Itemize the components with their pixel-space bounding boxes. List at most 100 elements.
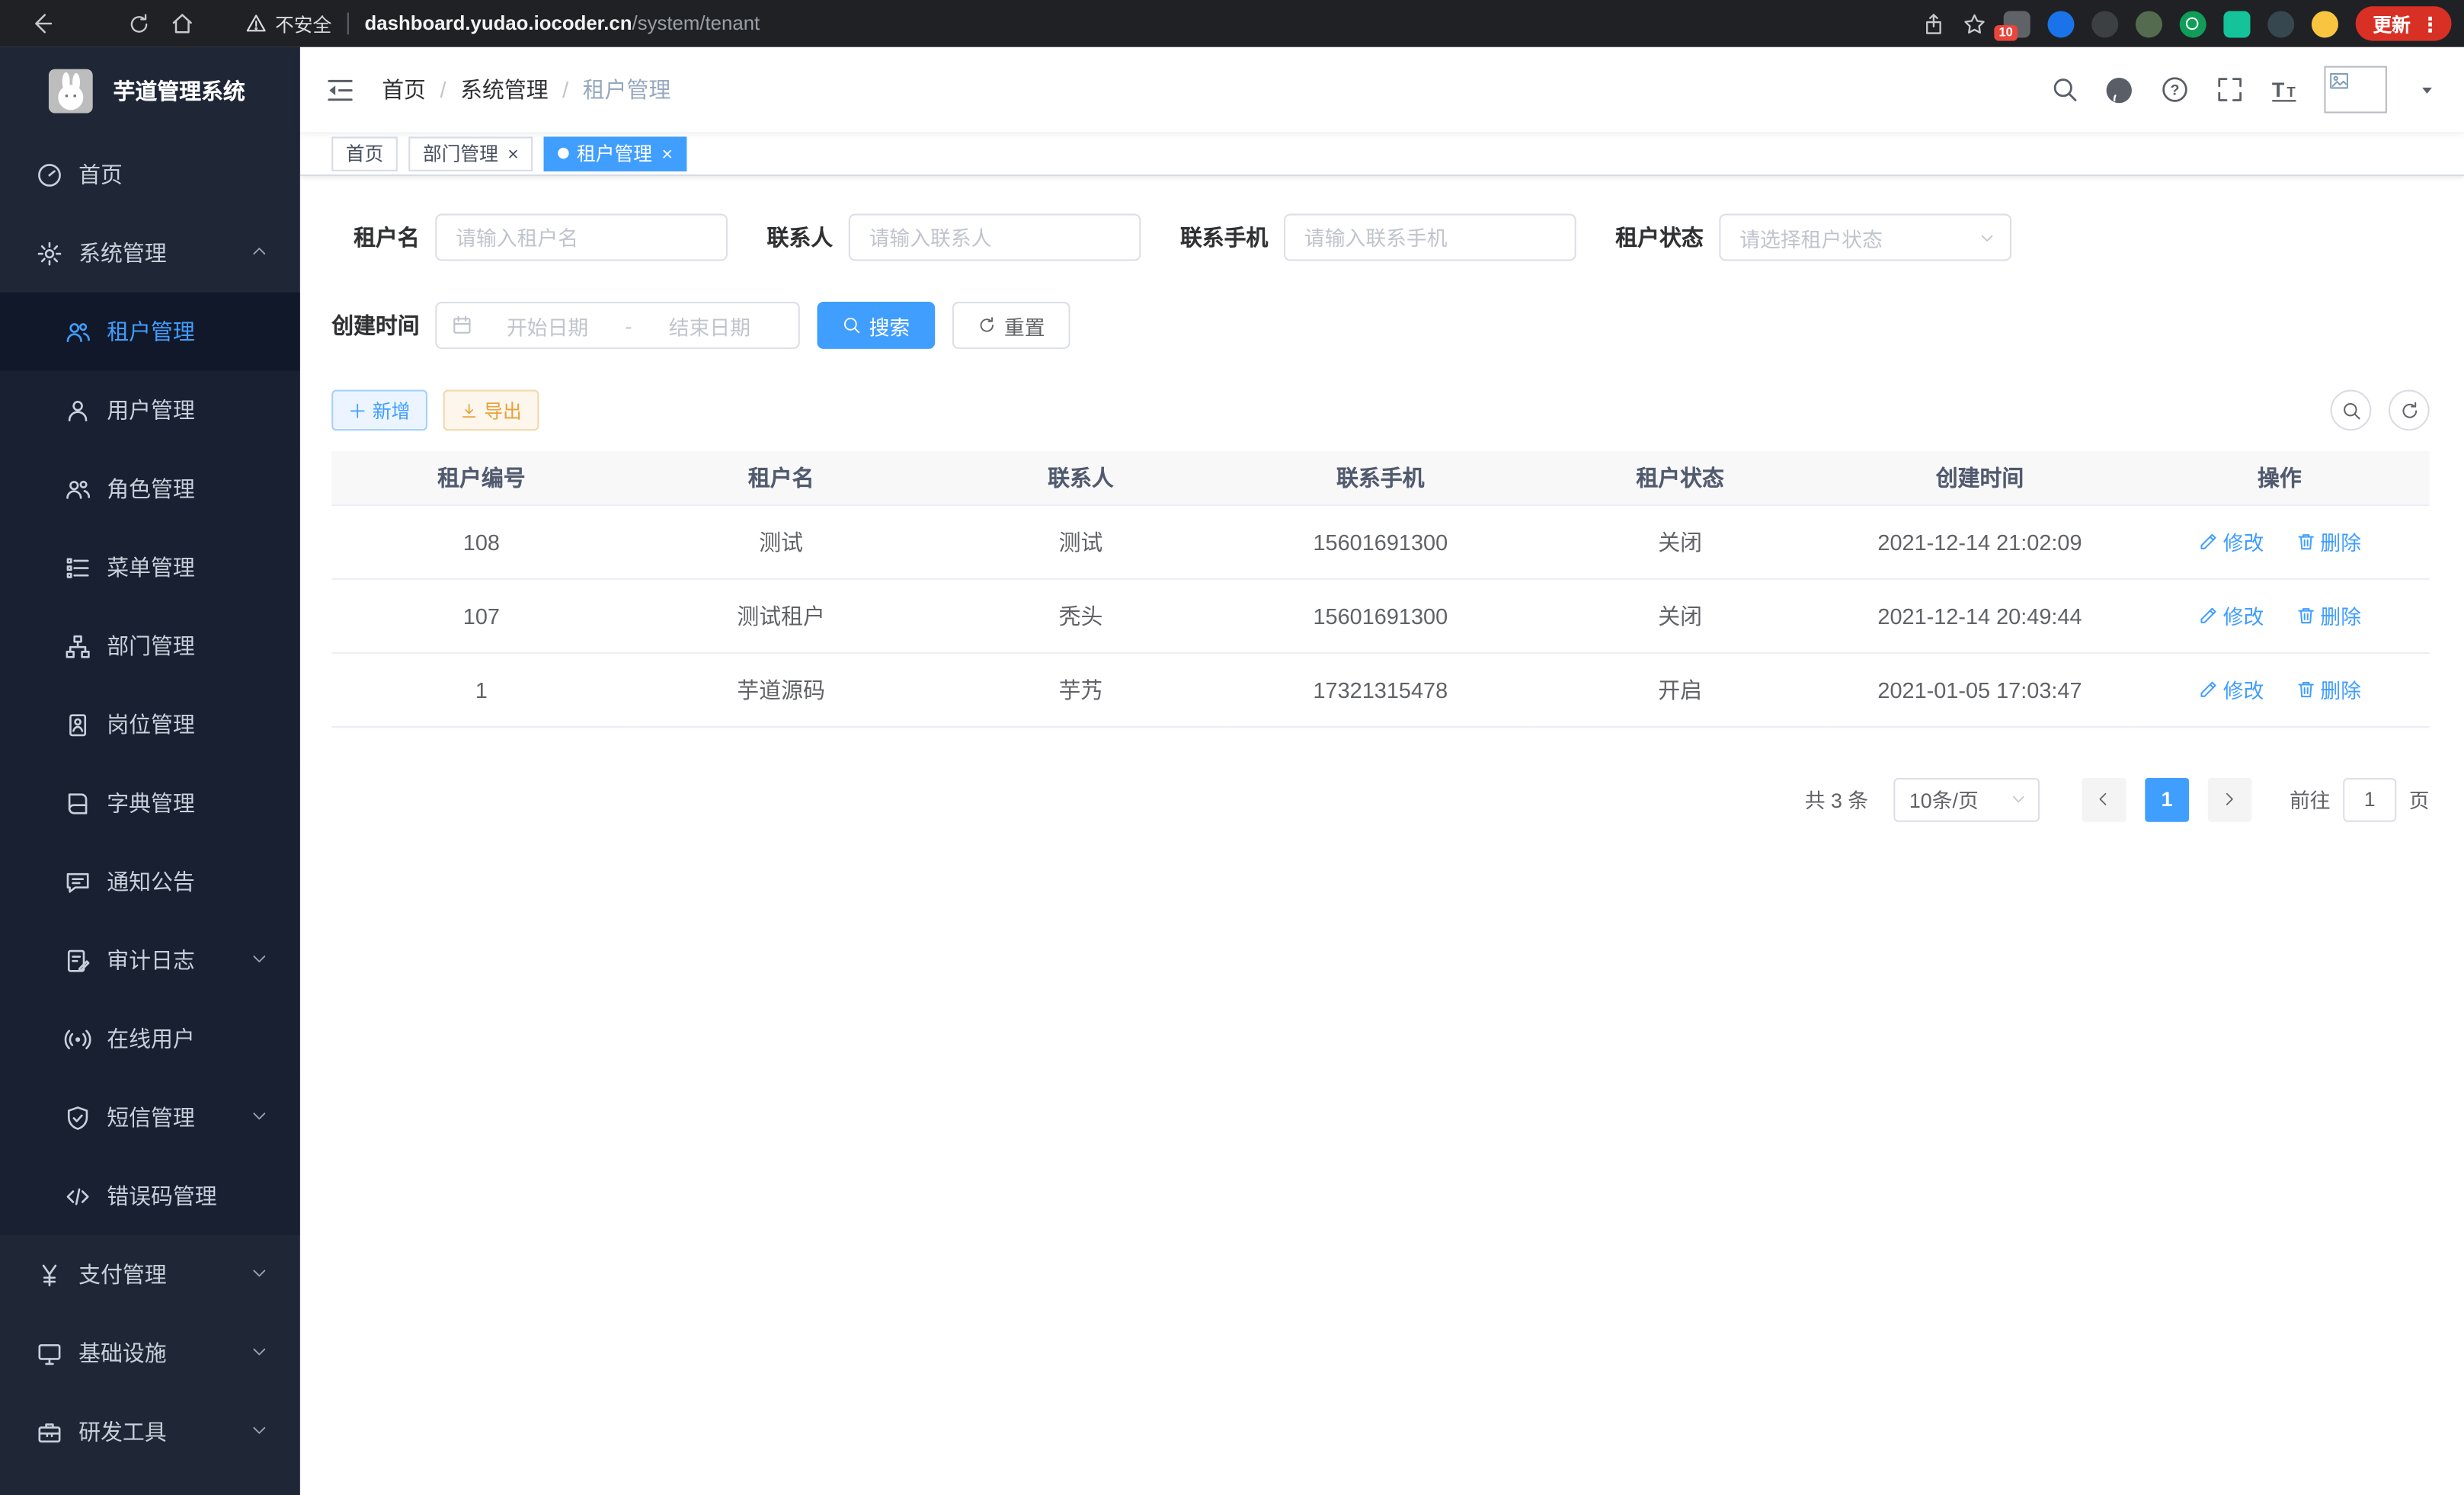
chevron-down-icon (250, 948, 269, 973)
cell-id: 1 (331, 652, 631, 726)
yen-icon (34, 1261, 62, 1288)
refresh-table-button[interactable] (2389, 390, 2430, 431)
prev-page-button[interactable] (2082, 777, 2126, 821)
sidebar-item-error-code[interactable]: 错误码管理 (0, 1157, 300, 1235)
address-bar[interactable]: 不安全 dashboard.yudao.iocoder.cn/system/te… (245, 10, 760, 37)
phone-input[interactable] (1284, 214, 1576, 261)
edit-link[interactable]: 修改 (2198, 674, 2264, 704)
edit-icon (2198, 679, 2219, 699)
status-select[interactable]: 请选择租户状态 (1719, 214, 2011, 261)
caret-down-icon[interactable] (2412, 75, 2442, 104)
share-icon[interactable] (1922, 11, 1945, 35)
user-avatar[interactable] (2324, 66, 2387, 114)
extension-green-square-icon[interactable] (2223, 10, 2250, 37)
browser-update-button[interactable]: 更新 ⋮ (2356, 6, 2452, 40)
github-icon[interactable] (2104, 75, 2134, 104)
sidebar-item-home[interactable]: 首页 (0, 135, 300, 213)
tab-home[interactable]: 首页 (331, 136, 398, 170)
hide-search-button[interactable] (2331, 390, 2372, 431)
filter-label: 租户名 (331, 222, 420, 253)
edit-link[interactable]: 修改 (2198, 600, 2264, 630)
reload-icon[interactable] (117, 3, 161, 44)
reset-button[interactable]: 重置 (952, 302, 1070, 349)
sidebar-item-label: 部门管理 (107, 630, 195, 661)
sidebar-fold-icon[interactable] (325, 75, 355, 104)
cell-phone: 15601691300 (1230, 504, 1530, 578)
sidebar-item-payment[interactable]: 支付管理 (0, 1235, 300, 1314)
filter-label: 租户状态 (1615, 222, 1704, 253)
breadcrumb-system[interactable]: 系统管理 (460, 74, 549, 105)
extension-puzzle-icon[interactable]: 10 (2004, 10, 2030, 37)
sidebar-item-label: 字典管理 (107, 787, 195, 818)
column-header: 联系手机 (1230, 451, 1530, 504)
sidebar-item-post[interactable]: 岗位管理 (0, 685, 300, 764)
cell-contact: 芋艿 (931, 652, 1230, 726)
range-separator: - (622, 313, 635, 337)
sidebar-item-role[interactable]: 角色管理 (0, 450, 300, 528)
sidebar-item-label: 首页 (78, 158, 123, 190)
fullscreen-icon[interactable] (2214, 75, 2244, 104)
sidebar-item-dev-tools[interactable]: 研发工具 (0, 1392, 300, 1471)
app-logo[interactable]: 芋道管理系统 (0, 47, 300, 136)
delete-link[interactable]: 删除 (2295, 674, 2361, 704)
delete-link[interactable]: 删除 (2295, 527, 2361, 556)
cell-status: 关闭 (1530, 504, 1829, 578)
tab-dept[interactable]: 部门管理 × (408, 136, 533, 170)
sidebar-item-menu[interactable]: 菜单管理 (0, 528, 300, 607)
code-icon (63, 1183, 91, 1209)
edit-icon (2198, 531, 2219, 552)
font-size-icon[interactable]: TT (2269, 75, 2299, 104)
close-icon[interactable]: × (507, 144, 518, 163)
search-button[interactable]: 搜索 (818, 302, 936, 349)
contact-input[interactable] (849, 214, 1141, 261)
browser-nav (0, 3, 204, 44)
extension-olive-icon[interactable] (2136, 10, 2162, 37)
goto-page-input[interactable] (2343, 777, 2396, 821)
download-icon (460, 402, 478, 419)
browser-menu-icon[interactable]: ⋮ (2420, 14, 2440, 34)
extension-paw-icon[interactable] (2267, 10, 2294, 37)
add-button[interactable]: 新增 (331, 390, 427, 431)
edit-label: 修改 (2223, 674, 2264, 704)
extension-green-ring-icon[interactable] (2180, 10, 2206, 37)
tenant-name-input[interactable] (435, 214, 728, 261)
sidebar-item-tenant[interactable]: 租户管理 (0, 293, 300, 371)
export-button[interactable]: 导出 (443, 390, 539, 431)
dashboard-icon (34, 161, 62, 187)
sidebar-item-dict[interactable]: 字典管理 (0, 764, 300, 842)
application: 不安全 dashboard.yudao.iocoder.cn/system/te… (0, 0, 2464, 1495)
gear-icon (34, 240, 62, 267)
page-number-button[interactable]: 1 (2145, 777, 2189, 821)
cell-created: 2021-12-14 20:49:44 (1830, 578, 2130, 652)
cell-actions: 修改 删除 (2130, 578, 2429, 652)
extension-dark-icon[interactable] (2091, 10, 2118, 37)
monitor-icon (34, 1340, 62, 1366)
breadcrumb-home[interactable]: 首页 (382, 74, 426, 105)
close-icon[interactable]: × (661, 144, 672, 163)
profile-avatar-icon[interactable] (2312, 10, 2338, 37)
search-icon[interactable] (2050, 75, 2079, 104)
sidebar-item-user[interactable]: 用户管理 (0, 371, 300, 450)
next-page-button[interactable] (2208, 777, 2252, 821)
home-button-icon[interactable] (160, 3, 204, 44)
extension-blue-icon[interactable] (2047, 10, 2074, 37)
delete-label: 删除 (2320, 527, 2361, 556)
edit-label: 修改 (2223, 527, 2264, 556)
sidebar-item-sms[interactable]: 短信管理 (0, 1078, 300, 1157)
edit-link[interactable]: 修改 (2198, 527, 2264, 556)
sidebar-item-notice[interactable]: 通知公告 (0, 843, 300, 921)
sidebar-item-online-users[interactable]: 在线用户 (0, 1000, 300, 1078)
page-size-select[interactable]: 10条/页 (1893, 777, 2040, 821)
back-icon[interactable] (19, 3, 63, 44)
sidebar-item-infrastructure[interactable]: 基础设施 (0, 1314, 300, 1392)
bookmark-star-icon[interactable] (1963, 11, 1986, 35)
tab-label: 首页 (346, 140, 384, 167)
delete-link[interactable]: 删除 (2295, 600, 2361, 630)
sidebar-item-dept[interactable]: 部门管理 (0, 607, 300, 685)
cell-name: 测试租户 (632, 578, 931, 652)
date-range-picker[interactable]: 开始日期 - 结束日期 (435, 302, 800, 349)
tab-tenant[interactable]: 租户管理 × (544, 136, 687, 170)
sidebar-item-audit-log[interactable]: 审计日志 (0, 921, 300, 1000)
sidebar-item-system[interactable]: 系统管理 (0, 214, 300, 293)
help-icon[interactable]: ? (2159, 75, 2189, 104)
